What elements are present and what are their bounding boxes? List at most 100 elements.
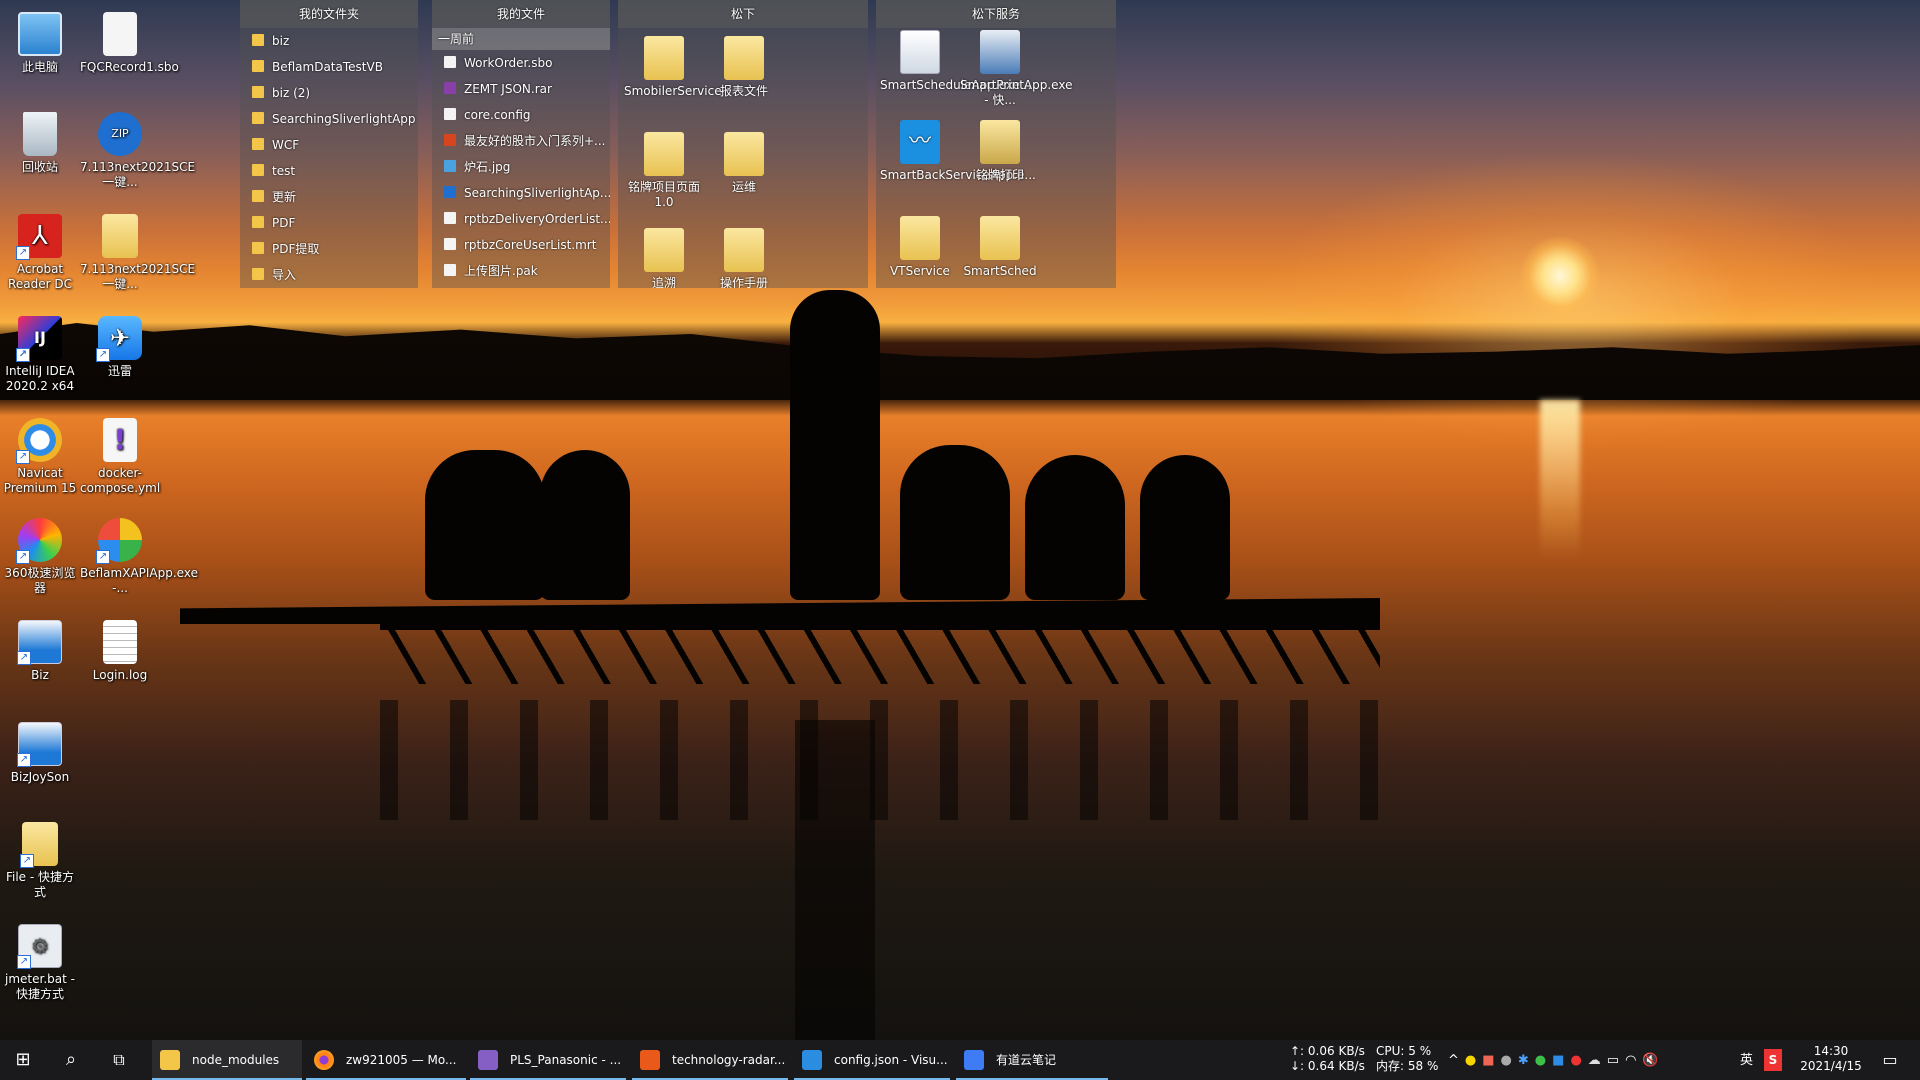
- network-download-speed: ↓: 0.64 KB/s: [1290, 1059, 1365, 1073]
- fence-item[interactable]: ZEMT JSON.rar: [432, 76, 610, 102]
- fence-title[interactable]: 松下服务: [876, 0, 1116, 28]
- fence-title[interactable]: 松下: [618, 0, 868, 28]
- fence-item[interactable]: BeflamDataTestVB: [240, 54, 418, 80]
- fence-item[interactable]: SmobilerService: [624, 32, 722, 99]
- fence-item[interactable]: test: [240, 158, 418, 184]
- desktop-icon-360-browser[interactable]: ↗ 360极速浏览器: [0, 514, 80, 596]
- desktop-icon-jmeter[interactable]: ⚙ ↗ jmeter.bat - 快捷方式: [0, 920, 80, 1002]
- shortcut-arrow-icon: ↗: [20, 854, 34, 868]
- cloud-icon[interactable]: ☁: [1588, 1053, 1607, 1068]
- volume-muted-icon[interactable]: 🔇: [1642, 1053, 1664, 1068]
- search-icon[interactable]: ⌕: [48, 1040, 94, 1080]
- fence-item[interactable]: 最友好的股市入门系列+...: [432, 128, 610, 154]
- shortcut-arrow-icon: ↗: [17, 651, 31, 665]
- desktop-icon-fqc-record[interactable]: FQCRecord1.sbo: [80, 8, 179, 75]
- tray-app-icon[interactable]: ■: [1482, 1053, 1500, 1068]
- image-icon: [444, 160, 456, 172]
- fence-item[interactable]: 铭牌项目页面1.0: [624, 128, 704, 210]
- desktop-icon-intellij[interactable]: IJ ↗ IntelliJ IDEA 2020.2 x64: [0, 312, 80, 394]
- fence-item[interactable]: SearchingSliverlightAp...: [432, 180, 610, 206]
- shortcut-arrow-icon: ↗: [16, 450, 30, 464]
- fence-item[interactable]: VTService: [880, 212, 960, 279]
- youdao-note-icon: [964, 1050, 984, 1070]
- fence-item[interactable]: 导入: [240, 262, 418, 288]
- desktop-icon-label: File - 快捷方式: [5, 870, 75, 899]
- file-icon: [444, 238, 456, 250]
- desktop-icon-zip-installer[interactable]: ZIP 7.113next2021SCE一键...: [80, 108, 195, 190]
- desktop-icon-installer-folder[interactable]: 7.113next2021SCE一键...: [80, 210, 195, 292]
- weibo-icon[interactable]: ●: [1570, 1053, 1587, 1068]
- fence-title[interactable]: 我的文件夹: [240, 0, 418, 28]
- taskbar-app-explorer[interactable]: node_modules: [152, 1040, 302, 1080]
- taskbar: ⊞ ⌕ ⧉ node_modules zw921005 — Mo... PLS_…: [0, 1040, 1920, 1080]
- wechat-icon[interactable]: ●: [1535, 1053, 1552, 1068]
- fence-item[interactable]: PDF: [240, 210, 418, 236]
- wifi-icon[interactable]: ◠: [1625, 1053, 1642, 1068]
- fence-section-header[interactable]: 一周前: [432, 28, 610, 50]
- notification-center-icon[interactable]: ▭: [1870, 1040, 1910, 1080]
- taskbar-app-technology-radar[interactable]: technology-radar...: [632, 1040, 788, 1080]
- fence-item[interactable]: core.config: [432, 102, 610, 128]
- input-method-indicator[interactable]: 英: [1740, 1053, 1753, 1080]
- desktop-icon-file-shortcut[interactable]: ↗ File - 快捷方式: [0, 818, 80, 900]
- clock[interactable]: 14:30 2021/4/15: [1796, 1044, 1866, 1080]
- tray-app-icon[interactable]: ■: [1552, 1053, 1570, 1068]
- tray-app-icon[interactable]: ●: [1465, 1053, 1482, 1068]
- desktop-icon-label: docker-compose.yml: [80, 466, 161, 495]
- fence-item[interactable]: WCF: [240, 132, 418, 158]
- desktop-icon-biz[interactable]: ↗ Biz: [0, 616, 80, 683]
- desktop-icon-docker-compose[interactable]: ! docker-compose.yml: [80, 414, 160, 496]
- fence-item[interactable]: 追溯: [624, 224, 704, 288]
- fence-panasonic-services: 松下服务 SmartScheduleApp.exe... SmartPrintA…: [876, 0, 1116, 288]
- chevron-up-icon[interactable]: ^: [1448, 1053, 1465, 1068]
- desktop-icon-beflam-xapi[interactable]: ↗ BeflamXAPIApp.exe -...: [80, 514, 198, 596]
- fence-item[interactable]: 上传图片.pak: [432, 258, 610, 284]
- bluetooth-icon[interactable]: ✱: [1518, 1053, 1535, 1068]
- desktop-icon-xunlei[interactable]: ✈ ↗ 迅雷: [80, 312, 160, 379]
- fence-item[interactable]: 炉石.jpg: [432, 154, 610, 180]
- fence-item[interactable]: WorkOrder.sbo: [432, 50, 610, 76]
- fence-item[interactable]: 报表文件: [704, 32, 784, 99]
- clock-date: 2021/4/15: [1800, 1059, 1862, 1073]
- desktop-icon-recycle-bin[interactable]: 回收站: [0, 108, 80, 175]
- fence-item[interactable]: SmartPrintApp.exe - 快...: [960, 26, 1072, 108]
- battery-icon[interactable]: ▭: [1607, 1053, 1625, 1068]
- fence-item[interactable]: SearchingSliverlightApp: [240, 106, 418, 132]
- fence-item[interactable]: 运维: [704, 128, 784, 195]
- taskbar-app-visual-studio[interactable]: PLS_Panasonic - ...: [470, 1040, 626, 1080]
- fence-item[interactable]: SmartScheduleApp.exe...: [880, 26, 1031, 93]
- fence-item[interactable]: 操作手册: [704, 224, 784, 288]
- desktop-icon-acrobat[interactable]: ⅄ ↗ Acrobat Reader DC: [0, 210, 80, 292]
- desktop-icon-label: Acrobat Reader DC: [8, 262, 72, 291]
- fence-item[interactable]: SmartSched: [960, 212, 1040, 279]
- network-upload-speed: ↑: 0.06 KB/s: [1290, 1044, 1365, 1058]
- fence-item[interactable]: 〰 SmartBackServiceApp.e...: [880, 116, 1036, 183]
- taskbar-app-firefox[interactable]: zw921005 — Mo...: [306, 1040, 466, 1080]
- desktop-icon-login-log[interactable]: Login.log: [80, 616, 160, 683]
- fence-item[interactable]: 铭牌打印: [960, 116, 1040, 183]
- start-button[interactable]: ⊞: [0, 1040, 46, 1080]
- desktop-icon-label: Login.log: [92, 668, 148, 682]
- person-reflection: [795, 720, 875, 1040]
- file-icon: [444, 212, 456, 224]
- desktop-icon-bizjoyson[interactable]: ↗ BizJoySon: [0, 718, 80, 785]
- pier-reflection: [380, 700, 1380, 820]
- task-view-icon[interactable]: ⧉: [96, 1040, 142, 1080]
- fence-item[interactable]: rptbzCoreUserList.mrt: [432, 232, 610, 258]
- fence-title[interactable]: 我的文件: [432, 0, 610, 28]
- fence-item[interactable]: biz (2): [240, 80, 418, 106]
- fence-item[interactable]: 更新: [240, 184, 418, 210]
- sogou-ime-icon[interactable]: S: [1764, 1049, 1782, 1071]
- fence-item[interactable]: biz: [240, 28, 418, 54]
- fence-my-folders: 我的文件夹 biz BeflamDataTestVB biz (2) Searc…: [240, 0, 418, 288]
- pdf-icon: [444, 134, 456, 146]
- folder-icon: [102, 214, 138, 258]
- fence-item[interactable]: rptbzDeliveryOrderList...: [432, 206, 610, 232]
- fence-item[interactable]: PDF提取: [240, 236, 418, 262]
- tray-app-icon[interactable]: ●: [1501, 1053, 1518, 1068]
- shortcut-arrow-icon: ↗: [17, 753, 31, 767]
- desktop-icon-this-pc[interactable]: 此电脑: [0, 8, 80, 75]
- taskbar-app-vscode[interactable]: config.json - Visu...: [794, 1040, 950, 1080]
- desktop-icon-navicat[interactable]: ↗ Navicat Premium 15: [0, 414, 80, 496]
- taskbar-app-youdao-note[interactable]: 有道云笔记: [956, 1040, 1108, 1080]
